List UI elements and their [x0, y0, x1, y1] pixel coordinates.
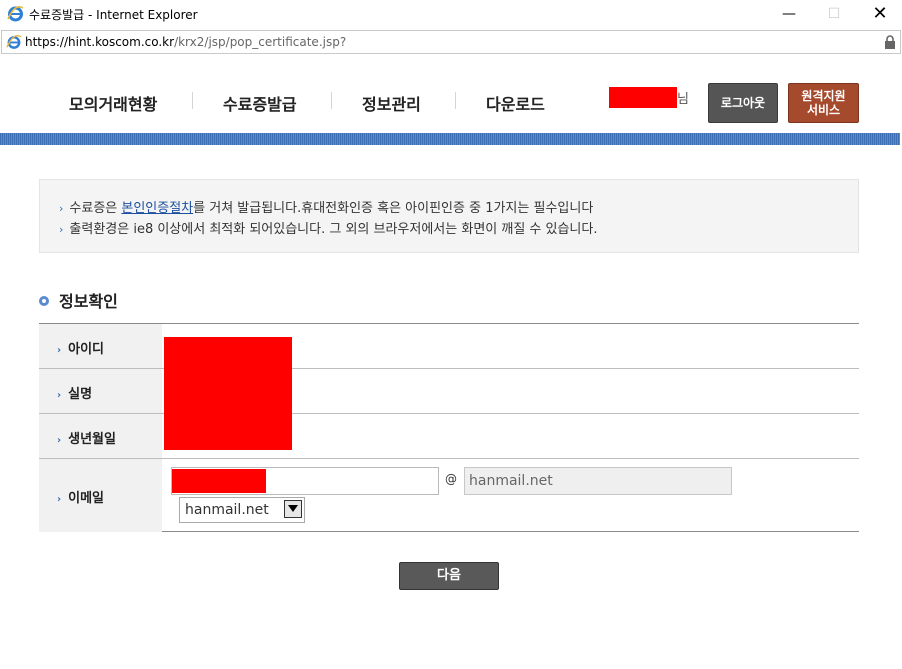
label-birth: › 생년월일 [57, 428, 116, 447]
notice-line-2: › 출력환경은 ie8 이상에서 최적화 되어있습니다. 그 외의 브라우저에서는… [59, 218, 598, 237]
bullet-icon: › [59, 202, 64, 215]
arrow-icon: › [57, 345, 62, 356]
window-title-bar: 수료증발급 - Internet Explorer — ☐ ✕ [0, 0, 902, 29]
label-email: › 이메일 [57, 487, 104, 506]
logout-button[interactable]: 로그아웃 [708, 83, 778, 123]
form-label-cell: › 생년월일 [39, 414, 162, 458]
window-title: 수료증발급 - Internet Explorer [29, 8, 198, 22]
notice-line-2-text: 출력환경은 ie8 이상에서 최적화 되어있습니다. 그 외의 브라우저에서는 … [69, 222, 598, 237]
header-divider-band [0, 133, 900, 145]
redacted-username [609, 87, 677, 108]
redacted-email-id [172, 469, 266, 493]
arrow-icon: › [57, 494, 62, 505]
remote-support-label-line2: 서비스 [806, 103, 841, 117]
next-button[interactable]: 다음 [399, 562, 499, 590]
section-title-text: 정보확인 [59, 292, 118, 311]
form-label-cell: › 이메일 [39, 459, 162, 532]
label-name: › 실명 [57, 383, 92, 402]
nav-item-download[interactable]: 다운로드 [486, 91, 545, 115]
dropdown-arrow-icon[interactable] [284, 500, 302, 518]
notice-line-1-pre: 수료증은 [69, 201, 122, 216]
nav-item-trading-status[interactable]: 모의거래현황 [69, 91, 157, 115]
form-label-cell: › 아이디 [39, 324, 162, 368]
redacted-personal-info [164, 337, 292, 450]
url-path: /krx2/jsp/pop_certificate.jsp? [174, 35, 347, 49]
remote-support-button[interactable]: 원격지원 서비스 [788, 83, 859, 123]
minimize-button[interactable]: — [775, 3, 803, 25]
label-id-text: 아이디 [68, 342, 105, 357]
notice-line-1: › 수료증은 본인인증절차를 거쳐 발급됩니다.휴대전화인증 혹은 아이핀인증 중… [59, 197, 593, 216]
form-label-cell: › 실명 [39, 369, 162, 413]
section-title: 정보확인 [39, 288, 118, 312]
form-row-name: › 실명 [39, 369, 859, 414]
at-sign: @ [445, 472, 457, 486]
nav-item-certificate[interactable]: 수료증발급 [223, 91, 297, 115]
nav-divider [331, 92, 332, 109]
form-row-email: › 이메일 @ hanmail.net hanmail.net [39, 459, 859, 532]
remote-support-label-line1: 원격지원 [801, 89, 846, 103]
email-domain-select-value: hanmail.net [185, 502, 269, 518]
identity-verification-link[interactable]: 본인인증절차 [121, 201, 193, 216]
email-domain-select[interactable]: hanmail.net [179, 497, 305, 523]
lock-icon[interactable] [884, 35, 896, 49]
label-email-text: 이메일 [68, 491, 105, 506]
label-birth-text: 생년월일 [68, 432, 116, 447]
user-suffix: 님 [677, 92, 689, 107]
maximize-button[interactable]: ☐ [820, 3, 848, 25]
bullet-icon: › [59, 223, 64, 236]
form-row-id: › 아이디 [39, 324, 859, 369]
url-host: https://hint.koscom.co.kr [25, 35, 175, 49]
email-domain-input[interactable]: hanmail.net [464, 467, 732, 495]
arrow-icon: › [57, 435, 62, 446]
label-id: › 아이디 [57, 338, 104, 357]
top-navigation: 모의거래현황 수료증발급 정보관리 다운로드 님 로그아웃 원격지원 서비스 [0, 55, 902, 133]
close-button[interactable]: ✕ [866, 3, 894, 25]
address-bar[interactable]: https://hint.koscom.co.kr/krx2/jsp/pop_c… [1, 30, 901, 54]
arrow-icon: › [57, 390, 62, 401]
notice-box: › 수료증은 본인인증절차를 거쳐 발급됩니다.휴대전화인증 혹은 아이핀인증 중… [39, 179, 859, 253]
notice-line-1-post: 를 거쳐 발급됩니다.휴대전화인증 혹은 아이핀인증 중 1가지는 필수입니다 [193, 201, 594, 216]
label-name-text: 실명 [68, 387, 93, 402]
page-icon [6, 35, 22, 49]
form-row-birth: › 생년월일 [39, 414, 859, 459]
circle-bullet-icon [39, 296, 49, 306]
url-text[interactable]: https://hint.koscom.co.kr/krx2/jsp/pop_c… [25, 35, 346, 49]
nav-item-info-management[interactable]: 정보관리 [362, 91, 421, 115]
nav-divider [192, 92, 193, 109]
info-form-table: › 아이디 › 실명 › 생년월일 › 이메일 @ hanmail.net hanmai… [39, 323, 859, 532]
internet-explorer-icon [7, 6, 24, 22]
nav-divider [455, 92, 456, 109]
